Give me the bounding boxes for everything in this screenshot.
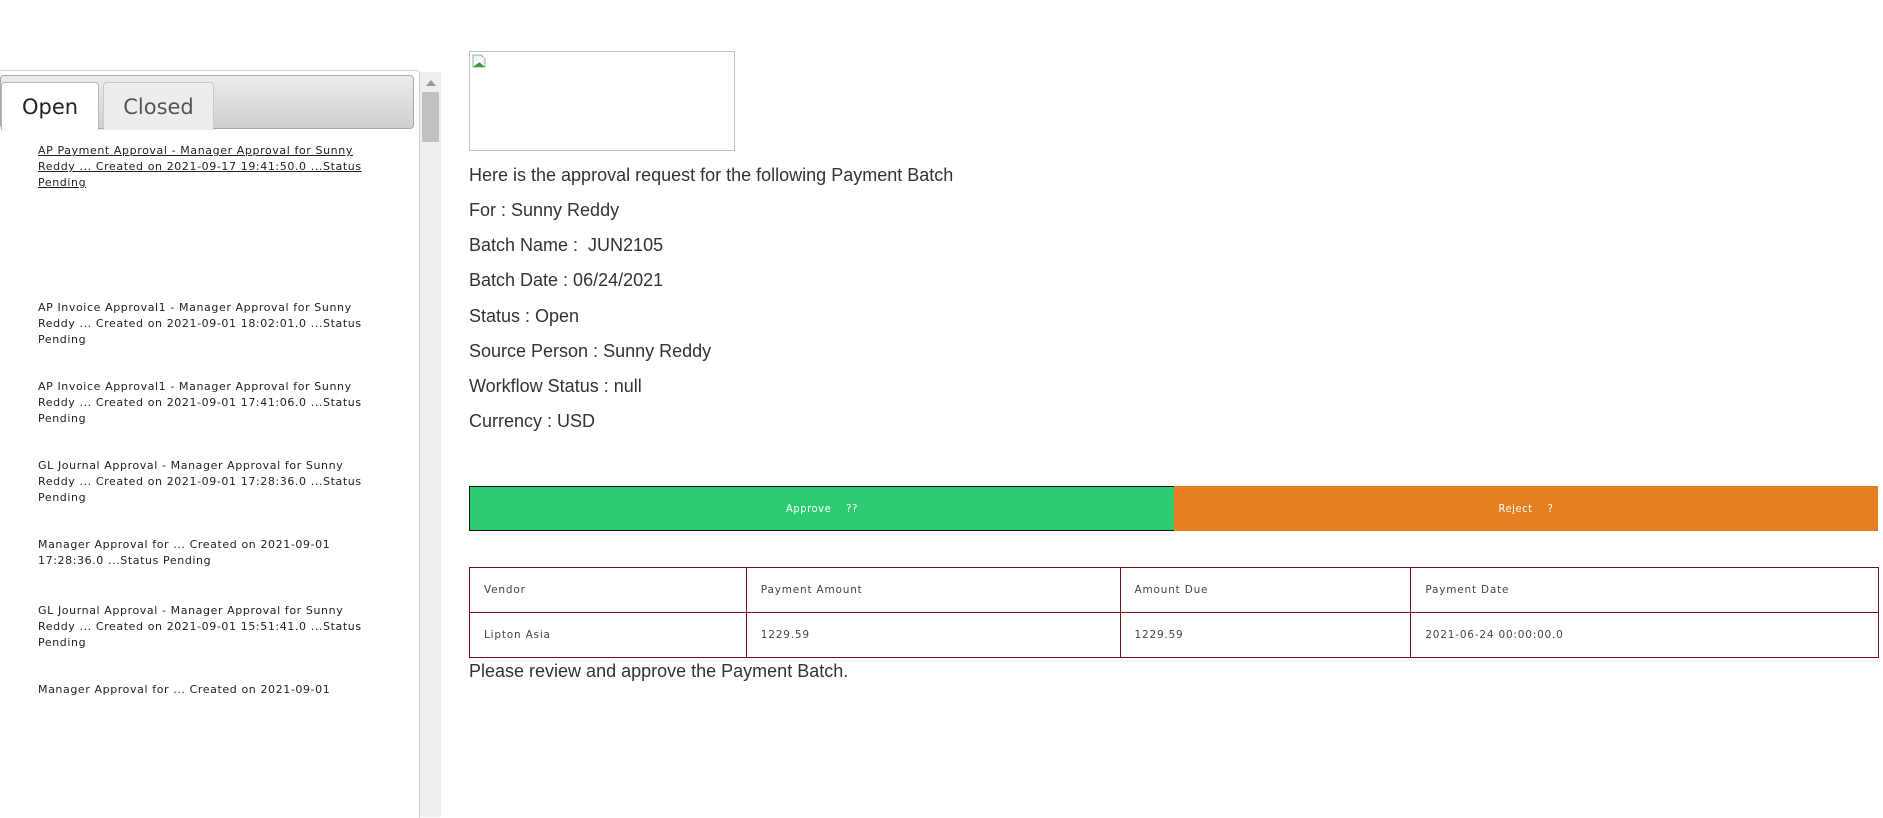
task-list-item[interactable]: AP Invoice Approval1 - Manager Approval …: [38, 379, 378, 427]
task-list-item[interactable]: GL Journal Approval - Manager Approval f…: [38, 603, 378, 651]
tab-bar: Open Closed: [0, 75, 414, 130]
table-header-cell: Vendor: [469, 567, 747, 613]
table-header-cell: Amount Due: [1119, 567, 1412, 613]
task-list-item[interactable]: Manager Approval for ... Created on 2021…: [38, 537, 378, 569]
detail-batch-name: Batch Name : JUN2105: [469, 235, 664, 255]
tab-closed[interactable]: Closed: [103, 82, 214, 130]
closing-text: Please review and approve the Payment Ba…: [469, 661, 849, 681]
broken-image-icon: [472, 54, 486, 68]
task-list-item[interactable]: AP Invoice Approval1 - Manager Approval …: [38, 300, 378, 348]
scroll-up-arrow-icon[interactable]: [426, 80, 436, 86]
table-header-row: Vendor Payment Amount Amount Due Payment…: [469, 567, 1879, 613]
table-cell-amount-due: 1229.59: [1119, 612, 1412, 658]
table-cell-payment-amount: 1229.59: [745, 612, 1121, 658]
detail-currency: Currency : USD: [469, 411, 596, 431]
scroll-thumb[interactable]: [422, 92, 439, 142]
table-header-cell: Payment Date: [1410, 567, 1879, 613]
table-header-cell: Payment Amount: [745, 567, 1121, 613]
intro-text: Here is the approval request for the fol…: [469, 165, 954, 185]
approve-button[interactable]: Approve ??: [469, 486, 1175, 531]
table-cell-vendor: Lipton Asia: [469, 612, 747, 658]
logo-image: [469, 51, 735, 151]
tab-open[interactable]: Open: [1, 82, 99, 130]
detail-workflow-status: Workflow Status : null: [469, 376, 642, 396]
detail-source-person: Source Person : Sunny Reddy: [469, 341, 712, 361]
payment-batch-table: Vendor Payment Amount Amount Due Payment…: [469, 567, 1879, 658]
detail-batch-date: Batch Date : 06/24/2021: [469, 270, 664, 290]
detail-status: Status : Open: [469, 306, 580, 326]
task-list-panel: Open Closed AP Payment Approval - Manage…: [0, 70, 420, 818]
task-list-item[interactable]: Manager Approval for ... Created on 2021…: [38, 682, 378, 698]
detail-for: For : Sunny Reddy: [469, 200, 620, 220]
task-list-item[interactable]: GL Journal Approval - Manager Approval f…: [38, 458, 378, 506]
table-cell-payment-date: 2021-06-24 00:00:00.0: [1410, 612, 1879, 658]
table-row: Lipton Asia 1229.59 1229.59 2021-06-24 0…: [469, 612, 1879, 658]
reject-button[interactable]: Reject ?: [1174, 486, 1878, 531]
task-list-scrollbar[interactable]: [419, 72, 441, 817]
task-list-item[interactable]: AP Payment Approval - Manager Approval f…: [38, 143, 378, 191]
